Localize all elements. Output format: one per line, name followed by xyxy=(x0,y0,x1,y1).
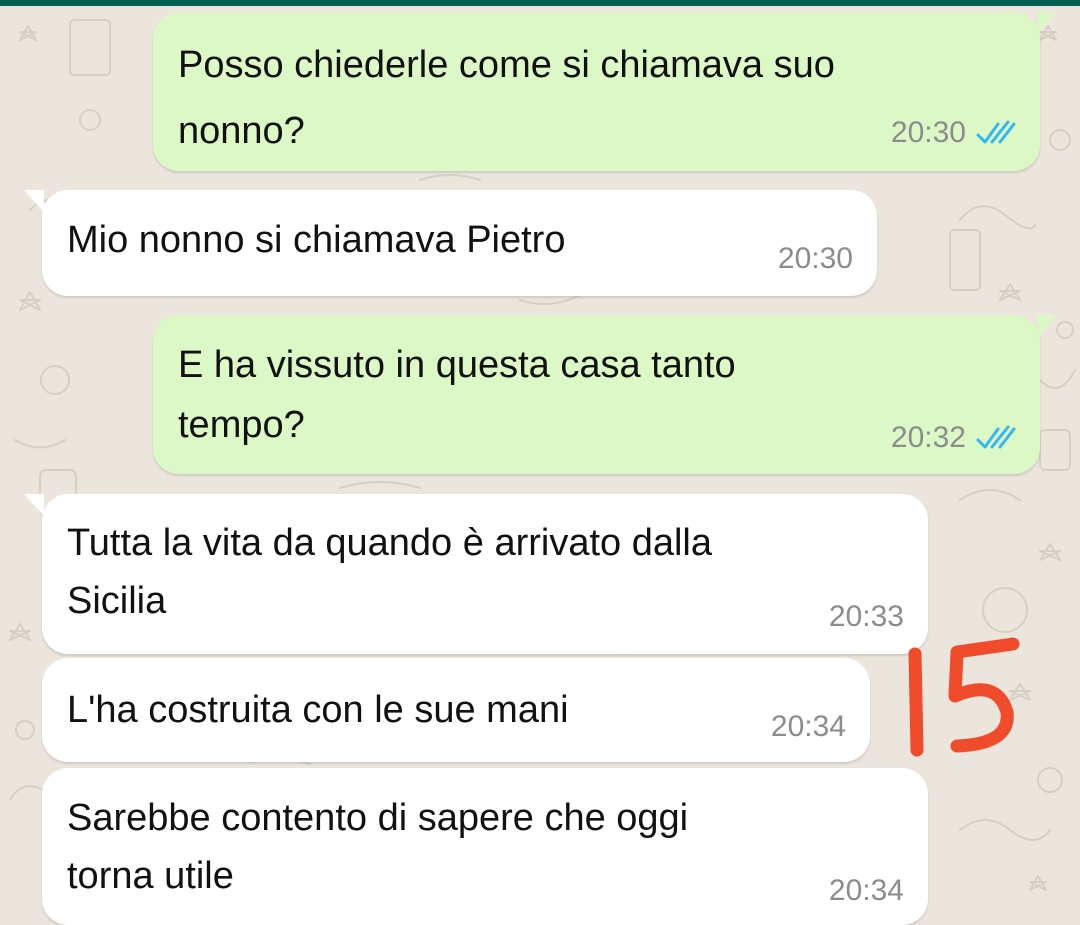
bubble-tail xyxy=(24,494,44,516)
double-check-read-icon xyxy=(976,425,1016,449)
message-text-line: torna utile xyxy=(67,855,234,897)
bubble-tail xyxy=(1038,315,1056,337)
message-bubble-incoming[interactable]: Sarebbe contento di sapere che oggi torn… xyxy=(42,768,928,925)
message-text: Mio nonno si chiamava Pietro xyxy=(67,219,566,261)
handwritten-15-annotation xyxy=(908,637,1020,757)
message-text-line: Sarebbe contento di sapere che oggi xyxy=(67,797,689,839)
message-time: 20:33 xyxy=(828,600,904,633)
message-time: 20:34 xyxy=(770,710,846,743)
message-text-line: Posso chiederle come si chiamava suo xyxy=(178,44,835,86)
message-text-line: Sicilia xyxy=(67,580,167,622)
message-time: 20:30 xyxy=(777,242,853,275)
message-bubble-incoming[interactable]: Tutta la vita da quando è arrivato dalla… xyxy=(24,494,928,654)
message-meta: 20:33 xyxy=(829,600,904,634)
message-bubble-outgoing[interactable]: Posso chiederle come si chiamava suo non… xyxy=(153,12,1056,171)
bubble-tail xyxy=(24,190,44,212)
message-text: L'ha costruita con le sue mani xyxy=(67,689,569,731)
message-text-line: E ha vissuto in questa casa tanto xyxy=(178,344,736,386)
message-text-line: nonno? xyxy=(178,110,305,152)
message-time: 20:34 xyxy=(828,874,904,907)
message-bubble-outgoing[interactable]: E ha vissuto in questa casa tanto tempo?… xyxy=(153,315,1056,474)
message-meta: 20:34 xyxy=(829,874,904,908)
message-time: 20:30 xyxy=(890,116,966,149)
message-bubble-incoming[interactable]: Mio nonno si chiamava Pietro 20:30 xyxy=(24,190,877,296)
message-text-line: Tutta la vita da quando è arrivato dalla xyxy=(67,522,712,564)
message-bubble-incoming[interactable]: L'ha costruita con le sue mani 20:34 xyxy=(42,658,870,762)
double-check-read-icon xyxy=(976,120,1016,144)
message-meta: 20:32 xyxy=(891,421,1016,455)
message-meta: 20:30 xyxy=(891,116,1016,150)
bubble-tail xyxy=(1038,12,1056,34)
message-text-line: tempo? xyxy=(178,404,305,446)
message-time: 20:32 xyxy=(890,421,966,454)
message-meta: 20:34 xyxy=(771,710,846,744)
message-meta: 20:30 xyxy=(778,242,853,276)
